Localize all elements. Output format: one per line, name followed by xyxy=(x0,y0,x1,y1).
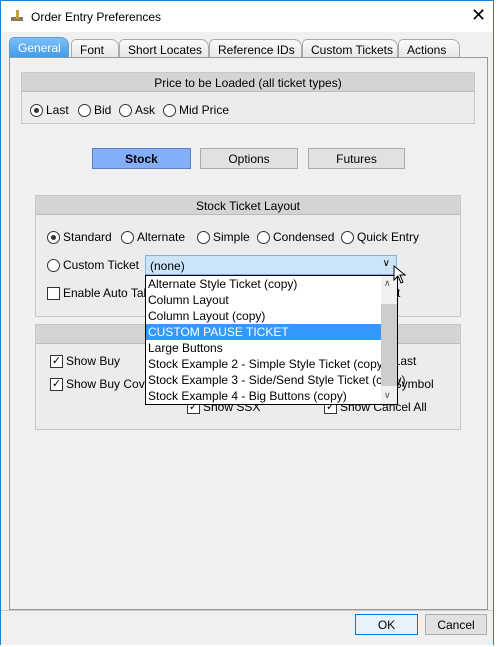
custom-ticket-combobox[interactable]: (none) ∨ xyxy=(145,255,397,275)
check-icon: ✓ xyxy=(50,354,63,368)
list-item-highlighted[interactable]: CUSTOM PAUSE TICKET xyxy=(146,324,382,340)
radio-icon xyxy=(341,230,354,244)
radio-icon xyxy=(30,103,43,117)
radio-icon xyxy=(47,230,60,244)
scrollbar[interactable]: ∧ ∨ xyxy=(381,276,397,404)
radio-condensed[interactable]: Condensed xyxy=(257,230,334,244)
mouse-cursor-icon xyxy=(393,265,407,284)
radio-label: Simple xyxy=(213,230,250,244)
window-title: Order Entry Preferences xyxy=(31,10,162,24)
options-button[interactable]: Options xyxy=(200,148,298,169)
app-icon xyxy=(11,10,23,21)
dialog-window: Order Entry Preferences ✕ General Font S… xyxy=(0,0,494,645)
cancel-button[interactable]: Cancel xyxy=(425,614,487,635)
list-item[interactable]: Alternate Style Ticket (copy) xyxy=(146,276,382,292)
tab-general[interactable]: General xyxy=(9,37,69,58)
layout-header: Stock Ticket Layout xyxy=(36,196,460,215)
list-item[interactable]: Column Layout (copy) xyxy=(146,308,382,324)
radio-simple[interactable]: Simple xyxy=(197,230,250,244)
ok-button[interactable]: OK xyxy=(355,614,418,635)
radio-label: Custom Ticket xyxy=(63,258,140,272)
list-item[interactable]: Column Layout xyxy=(146,292,382,308)
list-item[interactable]: Stock Example 2 - Simple Style Ticket (c… xyxy=(146,356,387,372)
checkbox-show-buy[interactable]: ✓ Show Buy xyxy=(50,354,120,368)
radio-label: Last xyxy=(46,103,69,117)
radio-bid[interactable]: Bid xyxy=(78,103,111,117)
radio-mid-price[interactable]: Mid Price xyxy=(163,103,229,117)
tab-reference-ids[interactable]: Reference IDs xyxy=(209,39,302,58)
radio-icon xyxy=(121,230,134,244)
chevron-down-icon: ∨ xyxy=(382,258,390,269)
scroll-up-icon[interactable]: ∧ xyxy=(384,278,391,289)
tab-custom-tickets[interactable]: Custom Tickets xyxy=(302,39,398,58)
tab-font[interactable]: Font xyxy=(71,39,119,58)
radio-icon xyxy=(257,230,270,244)
radio-custom-ticket[interactable]: Custom Ticket xyxy=(47,258,139,272)
checkbox-label: Enable Auto Tab xyxy=(63,286,151,300)
list-item[interactable]: Large Buttons xyxy=(146,340,382,356)
checkbox-show-buy-cover[interactable]: ✓ Show Buy Cover xyxy=(50,377,155,391)
futures-button[interactable]: Futures xyxy=(308,148,405,169)
close-icon[interactable]: ✕ xyxy=(471,5,486,26)
radio-label: Condensed xyxy=(273,230,335,244)
radio-icon xyxy=(47,258,60,272)
radio-label: Mid Price xyxy=(179,103,230,117)
radio-label: Alternate xyxy=(137,230,186,244)
radio-label: Ask xyxy=(135,103,156,117)
custom-ticket-dropdown-list[interactable]: Alternate Style Ticket (copy) Column Lay… xyxy=(145,275,405,405)
tab-short-locates[interactable]: Short Locates xyxy=(119,39,209,58)
radio-quick-entry[interactable]: Quick Entry xyxy=(341,230,419,244)
combo-value: (none) xyxy=(150,259,185,273)
radio-icon xyxy=(163,103,176,117)
title-bar: Order Entry Preferences ✕ xyxy=(1,1,493,32)
checkbox-label: Show Buy Cover xyxy=(66,377,156,391)
radio-alternate[interactable]: Alternate xyxy=(121,230,185,244)
dialog-footer: OK Cancel xyxy=(1,610,493,645)
radio-label: Quick Entry xyxy=(357,230,420,244)
price-header: Price to be Loaded (all ticket types) xyxy=(22,73,474,92)
radio-icon xyxy=(78,103,91,117)
radio-icon xyxy=(197,230,210,244)
scroll-down-icon[interactable]: ∨ xyxy=(384,390,391,401)
radio-label: Bid xyxy=(94,103,112,117)
check-icon: ✓ xyxy=(50,377,63,391)
radio-label: Standard xyxy=(63,230,112,244)
list-item[interactable]: Stock Example 3 - Side/Send Style Ticket… xyxy=(146,372,405,388)
list-item[interactable]: Stock Example 4 - Big Buttons (copy) xyxy=(146,388,382,404)
radio-ask[interactable]: Ask xyxy=(119,103,155,117)
checkbox-label: Show Buy xyxy=(66,354,121,368)
checkbox-enable-auto-tab[interactable]: Enable Auto Tab xyxy=(47,286,150,300)
stock-button[interactable]: Stock xyxy=(92,148,191,169)
radio-last[interactable]: Last xyxy=(30,103,69,117)
tab-actions[interactable]: Actions xyxy=(398,39,460,58)
checkbox-icon xyxy=(47,286,60,300)
radio-standard[interactable]: Standard xyxy=(47,230,112,244)
radio-icon xyxy=(119,103,132,117)
scrollbar-thumb[interactable] xyxy=(381,304,397,386)
